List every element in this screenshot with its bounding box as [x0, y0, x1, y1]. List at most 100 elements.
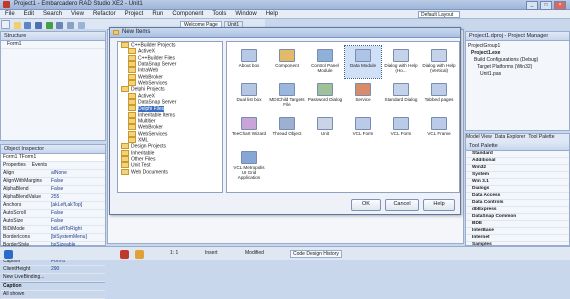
palette-category[interactable]: BDE: [466, 221, 569, 228]
save-all-icon[interactable]: [35, 22, 43, 29]
item-gallery[interactable]: About box Component Control Panel Module Da…: [226, 41, 460, 193]
gallery-item[interactable]: TeeChart Wizard: [231, 114, 267, 146]
project-item[interactable]: Build Configurations (Debug): [468, 57, 567, 64]
property-name: AlignWithMargins: [3, 178, 42, 184]
palette-category[interactable]: Standard: [466, 151, 569, 158]
menu-item-refactor[interactable]: Refactor: [93, 10, 116, 19]
project-item[interactable]: Project1.exe: [468, 50, 567, 57]
open-icon[interactable]: [13, 22, 21, 29]
menu-item-component[interactable]: Component: [172, 10, 203, 19]
property-value[interactable]: False: [51, 210, 63, 217]
close-button[interactable]: ×: [554, 1, 566, 10]
gallery-item[interactable]: VCL Metropolis UI Grid Application: [231, 148, 267, 180]
help-button[interactable]: Help: [423, 199, 455, 211]
property-row[interactable]: ClientHeight 290: [1, 266, 105, 274]
step-icon[interactable]: [67, 22, 75, 29]
gallery-item[interactable]: Tabbed pages: [421, 80, 457, 112]
run-icon[interactable]: [45, 22, 53, 29]
project-item[interactable]: ProjectGroup1: [468, 43, 567, 50]
palette-category[interactable]: Internet: [466, 235, 569, 242]
category-tree[interactable]: C++Builder Projects ActiveX C++Builder Fil…: [117, 41, 223, 193]
menu-item-tools[interactable]: Tools: [212, 10, 226, 19]
layout-combo[interactable]: Default Layout: [418, 11, 460, 18]
maximize-button[interactable]: □: [540, 1, 552, 10]
property-value[interactable]: False: [51, 186, 63, 193]
tree-node[interactable]: Web Documents: [118, 168, 222, 175]
palette-category[interactable]: Data Controls: [466, 200, 569, 207]
gallery-item[interactable]: Data Module: [344, 45, 382, 79]
project-item[interactable]: Unit1.pas: [468, 71, 567, 78]
gallery-item[interactable]: Component: [269, 46, 305, 78]
palette-tab[interactable]: Tool Palette: [528, 134, 554, 140]
property-value[interactable]: 290: [51, 266, 59, 273]
property-row[interactable]: BorderIcons [biSystemMenu]: [1, 234, 105, 242]
search-icon[interactable]: [77, 22, 85, 29]
menu-item-window[interactable]: Window: [235, 10, 256, 19]
menu-item-project[interactable]: Project: [125, 10, 144, 19]
menu-item-view[interactable]: View: [71, 10, 84, 19]
property-row[interactable]: Anchors [akLeft,akTop]: [1, 202, 105, 210]
menu-item-file[interactable]: File: [5, 10, 15, 19]
gallery-item[interactable]: Dialog with Help (Ho...: [383, 46, 419, 78]
palette-category[interactable]: Additional: [466, 158, 569, 165]
tab-properties[interactable]: Properties: [3, 162, 26, 168]
cancel-button[interactable]: Cancel: [385, 199, 419, 211]
property-value[interactable]: [biSystemMenu]: [51, 234, 87, 241]
gallery-item[interactable]: Dialog with Help (Vertical): [421, 46, 457, 78]
project-item[interactable]: Target Platforms (Win32): [468, 64, 567, 71]
view-tabs[interactable]: Code Design History: [290, 250, 342, 258]
property-value[interactable]: alNone: [51, 170, 67, 177]
gallery-item[interactable]: Service: [345, 80, 381, 112]
gallery-item[interactable]: VCL Form: [383, 114, 419, 146]
property-row[interactable]: AutoScroll False: [1, 210, 105, 218]
palette-category[interactable]: Win32: [466, 165, 569, 172]
gallery-item[interactable]: Dual list box: [231, 80, 267, 112]
palette-category[interactable]: DataSnap Common: [466, 214, 569, 221]
gallery-item[interactable]: MDIChild Targets File: [269, 80, 305, 112]
property-row[interactable]: New LiveBinding...: [1, 274, 105, 282]
palette-category[interactable]: InterBase: [466, 228, 569, 235]
property-row[interactable]: AutoSize False: [1, 218, 105, 226]
palette-category[interactable]: Dialogs: [466, 186, 569, 193]
gallery-item[interactable]: VCL Form: [345, 114, 381, 146]
property-value[interactable]: False: [51, 218, 63, 225]
gallery-item[interactable]: Password Dialog: [307, 80, 343, 112]
gallery-item[interactable]: Standard Dialog: [383, 80, 419, 112]
minimize-button[interactable]: _: [526, 1, 538, 10]
ok-button[interactable]: OK: [351, 199, 381, 211]
menu-item-run[interactable]: Run: [152, 10, 163, 19]
property-row[interactable]: AlphaBlendValue 255: [1, 194, 105, 202]
save-icon[interactable]: [24, 22, 32, 29]
pause-icon[interactable]: [56, 22, 64, 29]
palette-tab[interactable]: Data Explorer: [495, 134, 526, 140]
palette-category[interactable]: System: [466, 172, 569, 179]
menu-item-help[interactable]: Help: [266, 10, 278, 19]
property-row[interactable]: AlphaBlend False: [1, 186, 105, 194]
gallery-item[interactable]: Unit: [307, 114, 343, 146]
property-row[interactable]: AlignWithMargins False: [1, 178, 105, 186]
tool-palette: Model View Data Explorer Tool Palette Tool…: [465, 133, 570, 256]
palette-category[interactable]: dbExpress: [466, 207, 569, 214]
gallery-item[interactable]: Thread Object: [269, 114, 305, 146]
gallery-item[interactable]: VCL Frame: [421, 114, 457, 146]
taskbar-run-icon[interactable]: [135, 250, 144, 259]
gallery-item[interactable]: About box: [231, 46, 267, 78]
taskbar-app-icon[interactable]: [120, 250, 129, 259]
property-row[interactable]: Align alNone: [1, 170, 105, 178]
new-icon[interactable]: [1, 20, 10, 29]
gallery-item[interactable]: Control Panel Module: [307, 46, 343, 78]
property-value[interactable]: bdLeftToRight: [51, 226, 82, 233]
property-row[interactable]: BiDiMode bdLeftToRight: [1, 226, 105, 234]
component-selector[interactable]: Form1 TForm1: [1, 154, 105, 162]
palette-category[interactable]: Win 3.1: [466, 179, 569, 186]
tab-events[interactable]: Events: [32, 162, 47, 168]
menu-item-search[interactable]: Search: [43, 10, 62, 19]
property-value[interactable]: False: [51, 178, 63, 185]
property-value[interactable]: 255: [51, 194, 59, 201]
palette-tab[interactable]: Model View: [466, 134, 492, 140]
property-value[interactable]: [akLeft,akTop]: [51, 202, 82, 209]
structure-item[interactable]: Form1: [1, 41, 105, 49]
menu-item-edit[interactable]: Edit: [24, 10, 34, 19]
start-icon[interactable]: [4, 250, 13, 259]
palette-category[interactable]: Data Access: [466, 193, 569, 200]
